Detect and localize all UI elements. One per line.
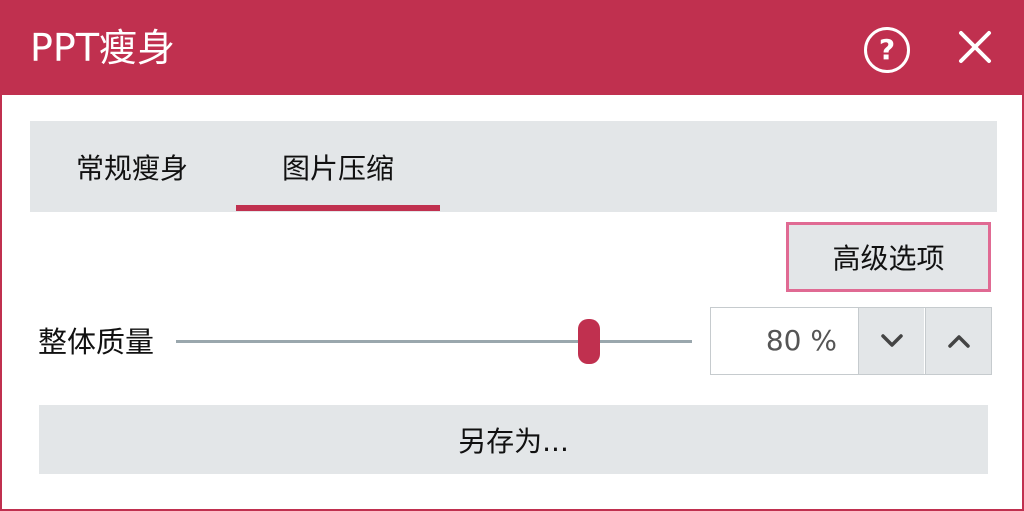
ppt-slim-dialog: PPT瘦身 ? 常规瘦身 图片压缩 高级选项 整体质量 80 % 另存为...	[0, 0, 1024, 511]
active-tab-indicator	[236, 205, 440, 211]
help-icon[interactable]: ?	[864, 27, 910, 73]
save-as-button[interactable]: 另存为...	[39, 405, 988, 474]
advanced-options-button[interactable]: 高级选项	[786, 222, 991, 292]
chevron-up-icon	[947, 335, 970, 348]
quality-stepper: 80 %	[710, 307, 992, 375]
chevron-down-icon	[880, 334, 903, 347]
quality-slider-track[interactable]	[176, 340, 692, 343]
increase-button[interactable]	[925, 308, 991, 374]
quality-label: 整体质量	[38, 325, 155, 359]
quality-slider-thumb[interactable]	[577, 319, 600, 364]
tab-bar: 常规瘦身 图片压缩	[30, 121, 997, 212]
tab-regular-slim[interactable]: 常规瘦身	[44, 121, 220, 212]
close-icon[interactable]	[952, 24, 998, 70]
tab-image-compress[interactable]: 图片压缩	[236, 121, 440, 212]
window-title: PPT瘦身	[30, 26, 176, 70]
quality-value-input[interactable]: 80 %	[711, 308, 857, 374]
title-bar: PPT瘦身 ?	[2, 0, 1024, 95]
decrease-button[interactable]	[858, 308, 924, 374]
